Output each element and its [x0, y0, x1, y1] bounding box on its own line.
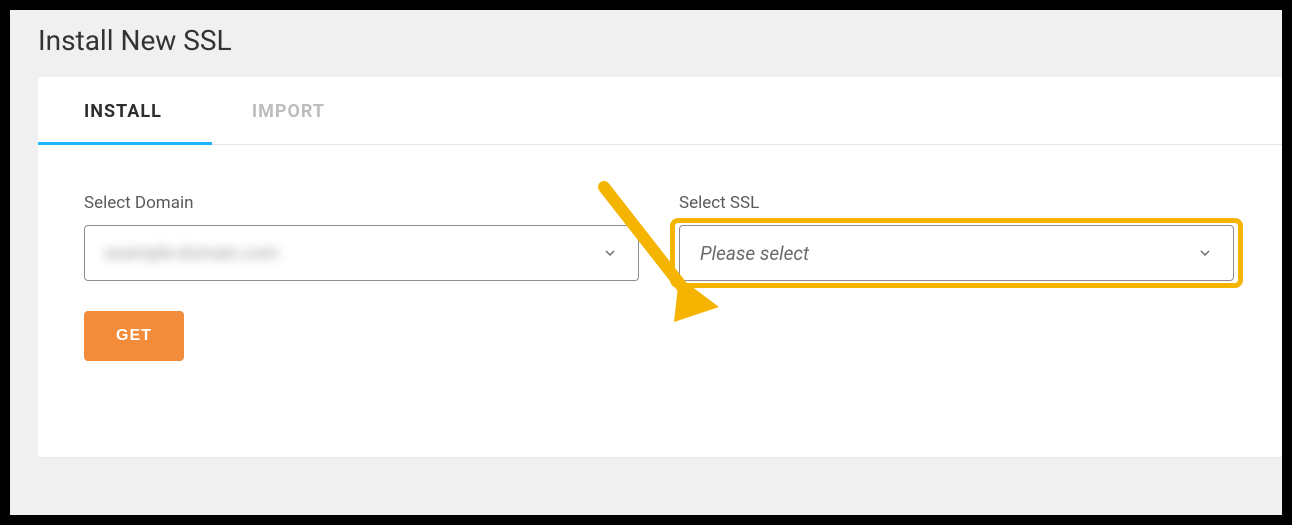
select-domain-value: example-domain.com: [105, 243, 279, 264]
chevron-down-icon: [602, 245, 618, 261]
label-select-ssl: Select SSL: [679, 193, 1234, 213]
field-select-domain: Select Domain example-domain.com: [84, 193, 639, 281]
button-row: GET: [38, 311, 1282, 401]
card: INSTALL IMPORT Select Domain example-dom…: [38, 77, 1282, 457]
tabs: INSTALL IMPORT: [38, 77, 1282, 145]
page-title: Install New SSL: [38, 24, 1282, 57]
chevron-down-icon: [1197, 245, 1213, 261]
form-area: Select Domain example-domain.com Select …: [38, 145, 1282, 311]
field-select-ssl: Select SSL Please select: [679, 193, 1234, 281]
get-button[interactable]: GET: [84, 311, 184, 361]
tab-import[interactable]: IMPORT: [252, 77, 325, 144]
tab-install[interactable]: INSTALL: [84, 77, 162, 144]
select-ssl-placeholder: Please select: [700, 242, 809, 265]
select-ssl[interactable]: Please select: [679, 225, 1234, 281]
select-domain[interactable]: example-domain.com: [84, 225, 639, 281]
label-select-domain: Select Domain: [84, 193, 639, 213]
page-container: Install New SSL INSTALL IMPORT Select Do…: [10, 10, 1282, 515]
